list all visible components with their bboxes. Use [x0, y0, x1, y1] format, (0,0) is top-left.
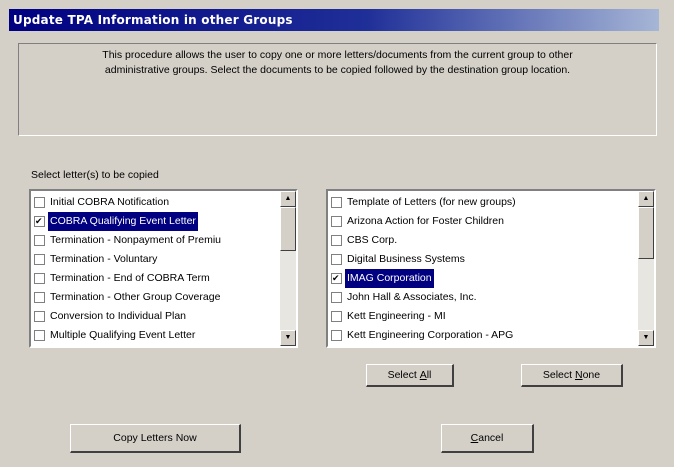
list-item-label: Termination - Other Group Coverage [50, 291, 221, 303]
scroll-down-arrow-icon[interactable]: ▼ [638, 330, 654, 346]
list-item-label: Initial COBRA Notification [50, 196, 170, 208]
groups-items: Template of Letters (for new groups) Ariz… [328, 191, 638, 346]
list-item[interactable]: Multiple Qualifying Event Letter [31, 326, 280, 345]
select-all-accel: A [419, 369, 427, 381]
list-item[interactable]: Termination - End of COBRA Term [31, 269, 280, 288]
checkbox[interactable] [34, 273, 45, 284]
list-item-label: Kett Engineering - MI [347, 310, 446, 322]
list-item-label: Kett Engineering Corporation - APG [347, 329, 514, 341]
list-item[interactable]: Kett Engineering Corporation - APG [328, 326, 638, 345]
checkbox[interactable] [331, 254, 342, 265]
list-item[interactable]: Arizona Action for Foster Children [328, 212, 638, 231]
checkbox-checked[interactable] [34, 216, 45, 227]
window-title: Update TPA Information in other Groups [9, 9, 659, 31]
groups-scrollbar[interactable]: ▲ ▼ [638, 191, 654, 346]
checkbox-checked[interactable] [331, 273, 342, 284]
list-item[interactable]: CBS Corp. [328, 231, 638, 250]
description-line-1: This procedure allows the user to copy o… [102, 49, 573, 61]
checkbox[interactable] [331, 330, 342, 341]
list-item-label: Digital Business Systems [347, 253, 465, 265]
checkbox[interactable] [34, 292, 45, 303]
list-item[interactable]: IMAG Corporation [328, 269, 638, 288]
list-item-label: John Hall & Associates, Inc. [347, 291, 477, 303]
list-item-label: Template of Letters (for new groups) [347, 196, 516, 208]
checkbox[interactable] [331, 216, 342, 227]
description-panel: This procedure allows the user to copy o… [18, 43, 657, 136]
select-all-label-suffix: ll [426, 369, 432, 381]
checkbox[interactable] [331, 235, 342, 246]
list-item[interactable]: Termination - Voluntary [31, 250, 280, 269]
list-item[interactable]: Conversion to Individual Plan [31, 307, 280, 326]
letters-list-label: Select letter(s) to be copied [31, 169, 159, 181]
letters-scrollbar[interactable]: ▲ ▼ [280, 191, 296, 346]
select-all-label-prefix: Select [387, 369, 420, 381]
checkbox[interactable] [331, 311, 342, 322]
groups-scroll-thumb[interactable] [638, 207, 654, 259]
list-item-label: Arizona Action for Foster Children [347, 215, 504, 227]
list-item-label: Termination - Voluntary [50, 253, 158, 265]
description-line-2: administrative groups. Select the docume… [104, 64, 571, 76]
list-item[interactable]: Kett Engineering - MI [328, 307, 638, 326]
list-item-label: Termination - Nonpayment of Premiu [50, 234, 221, 246]
copy-letters-now-button[interactable]: Copy Letters Now [70, 424, 241, 453]
checkbox[interactable] [34, 235, 45, 246]
checkbox[interactable] [34, 311, 45, 322]
list-item[interactable]: Digital Business Systems [328, 250, 638, 269]
groups-listbox[interactable]: Template of Letters (for new groups) Ariz… [326, 189, 656, 348]
checkbox[interactable] [34, 254, 45, 265]
list-item[interactable]: Template of Letters (for new groups) [328, 193, 638, 212]
select-none-button[interactable]: Select None [521, 364, 623, 387]
letters-scroll-thumb[interactable] [280, 207, 296, 251]
list-item-label: COBRA Qualifying Event Letter [48, 212, 198, 231]
list-item-label: IMAG Corporation [345, 269, 434, 288]
dialog-window: Update TPA Information in other Groups T… [0, 0, 674, 467]
checkbox[interactable] [34, 197, 45, 208]
cancel-button[interactable]: Cancel [441, 424, 534, 453]
list-item[interactable]: Termination - Other Group Coverage [31, 288, 280, 307]
list-item[interactable]: Initial COBRA Notification [31, 193, 280, 212]
select-all-button[interactable]: Select All [366, 364, 454, 387]
list-item[interactable]: COBRA Qualifying Event Letter [31, 212, 280, 231]
list-item[interactable]: Termination - Nonpayment of Premiu [31, 231, 280, 250]
list-item-label: Conversion to Individual Plan [50, 310, 186, 322]
letters-listbox[interactable]: Initial COBRA Notification COBRA Qualifyi… [29, 189, 298, 348]
scroll-up-arrow-icon[interactable]: ▲ [280, 191, 296, 207]
checkbox[interactable] [34, 330, 45, 341]
cancel-label-suffix: ancel [478, 432, 504, 444]
list-item-label: CBS Corp. [347, 234, 398, 246]
list-item-label: Multiple Qualifying Event Letter [50, 329, 196, 341]
select-none-label-prefix: Select [542, 369, 575, 381]
list-item[interactable]: John Hall & Associates, Inc. [328, 288, 638, 307]
select-none-label-suffix: one [582, 369, 601, 381]
list-item-label: Termination - End of COBRA Term [50, 272, 210, 284]
scroll-down-arrow-icon[interactable]: ▼ [280, 330, 296, 346]
checkbox[interactable] [331, 292, 342, 303]
scroll-up-arrow-icon[interactable]: ▲ [638, 191, 654, 207]
letters-items: Initial COBRA Notification COBRA Qualifyi… [31, 191, 280, 346]
cancel-accel: C [470, 432, 479, 444]
checkbox[interactable] [331, 197, 342, 208]
select-none-accel: N [574, 369, 583, 381]
